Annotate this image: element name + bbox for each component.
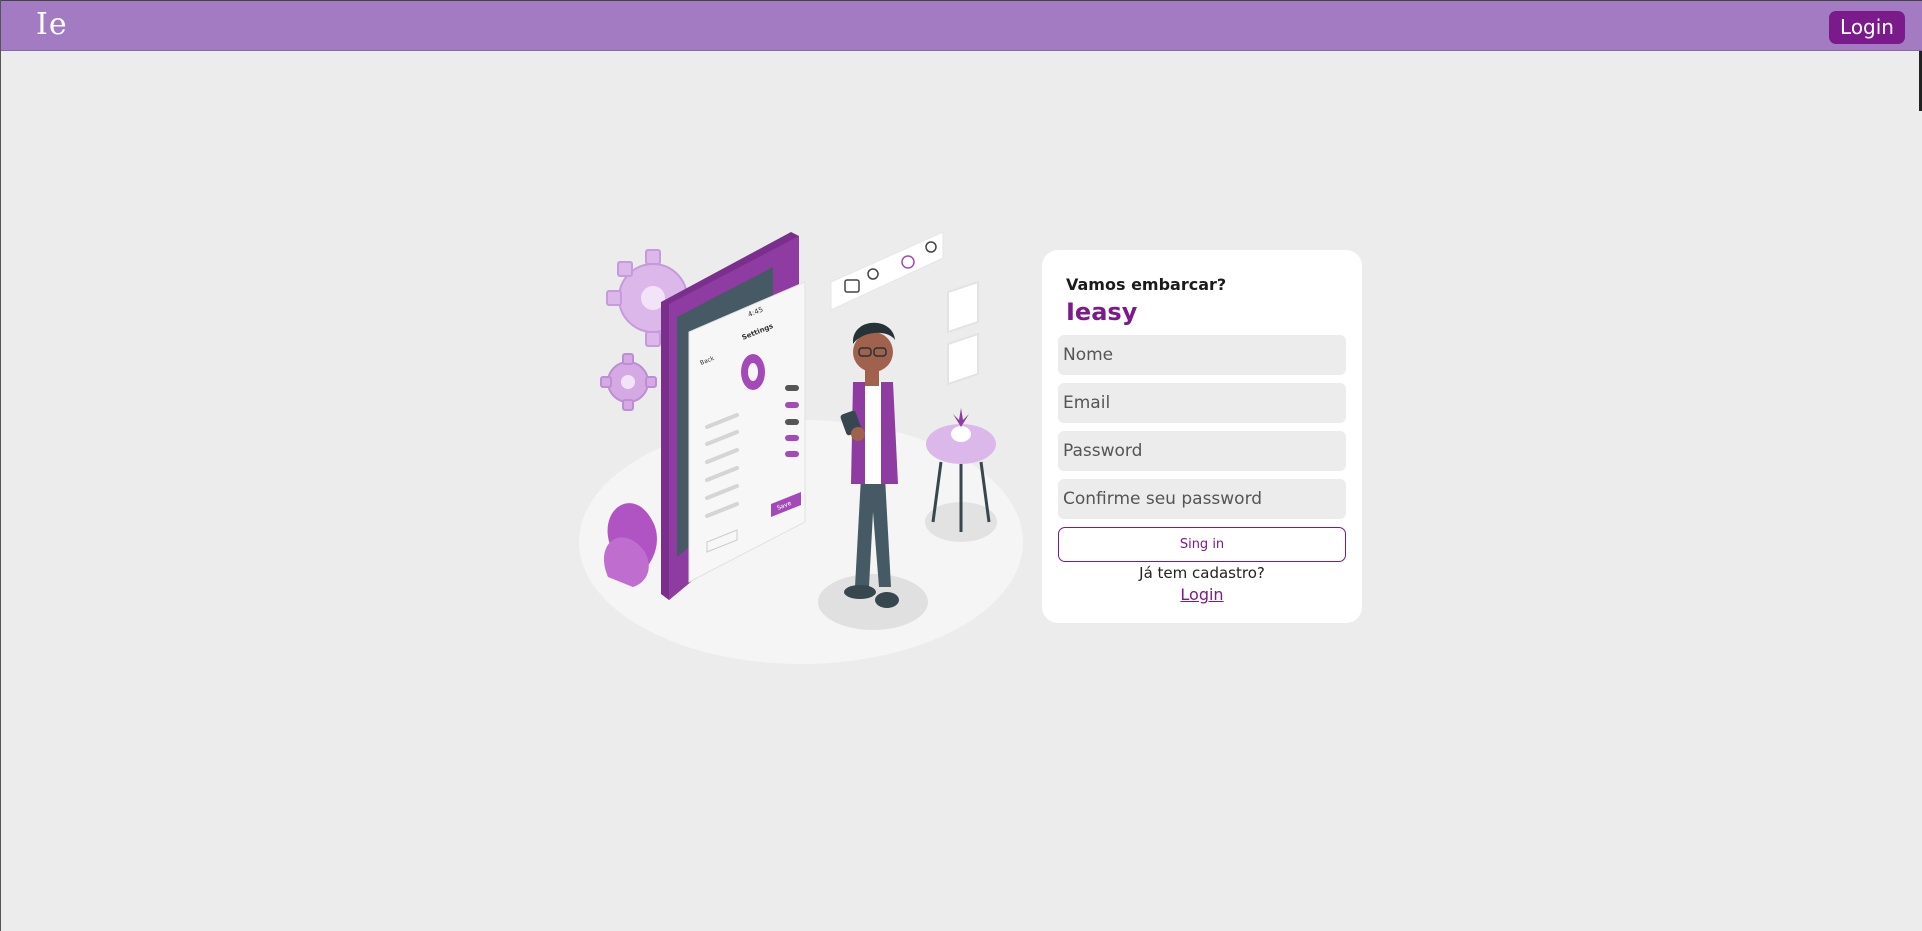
password-input[interactable] — [1058, 431, 1346, 471]
picture-frames — [947, 280, 979, 386]
person-shadow — [818, 574, 928, 630]
sign-in-button[interactable]: Sing in — [1058, 527, 1346, 562]
name-input[interactable] — [1058, 335, 1346, 375]
settings-illustration: 4:45 Settings Back Save — [579, 231, 1023, 664]
form-subtitle: Vamos embarcar? — [1066, 275, 1227, 294]
login-link[interactable]: Login — [1042, 585, 1362, 604]
header-login-button[interactable]: Login — [1829, 11, 1905, 44]
confirm-password-input[interactable] — [1058, 479, 1346, 519]
email-input[interactable] — [1058, 383, 1346, 423]
top-navbar: Ie Login — [1, 0, 1922, 51]
floating-icons-panel — [830, 231, 944, 311]
signup-card: Vamos embarcar? Ieasy Sing in Já tem cad… — [1042, 250, 1362, 623]
form-brand-title: Ieasy — [1066, 298, 1138, 326]
already-registered-text: Já tem cadastro? — [1139, 564, 1265, 582]
app-logo[interactable]: Ie — [36, 5, 68, 45]
